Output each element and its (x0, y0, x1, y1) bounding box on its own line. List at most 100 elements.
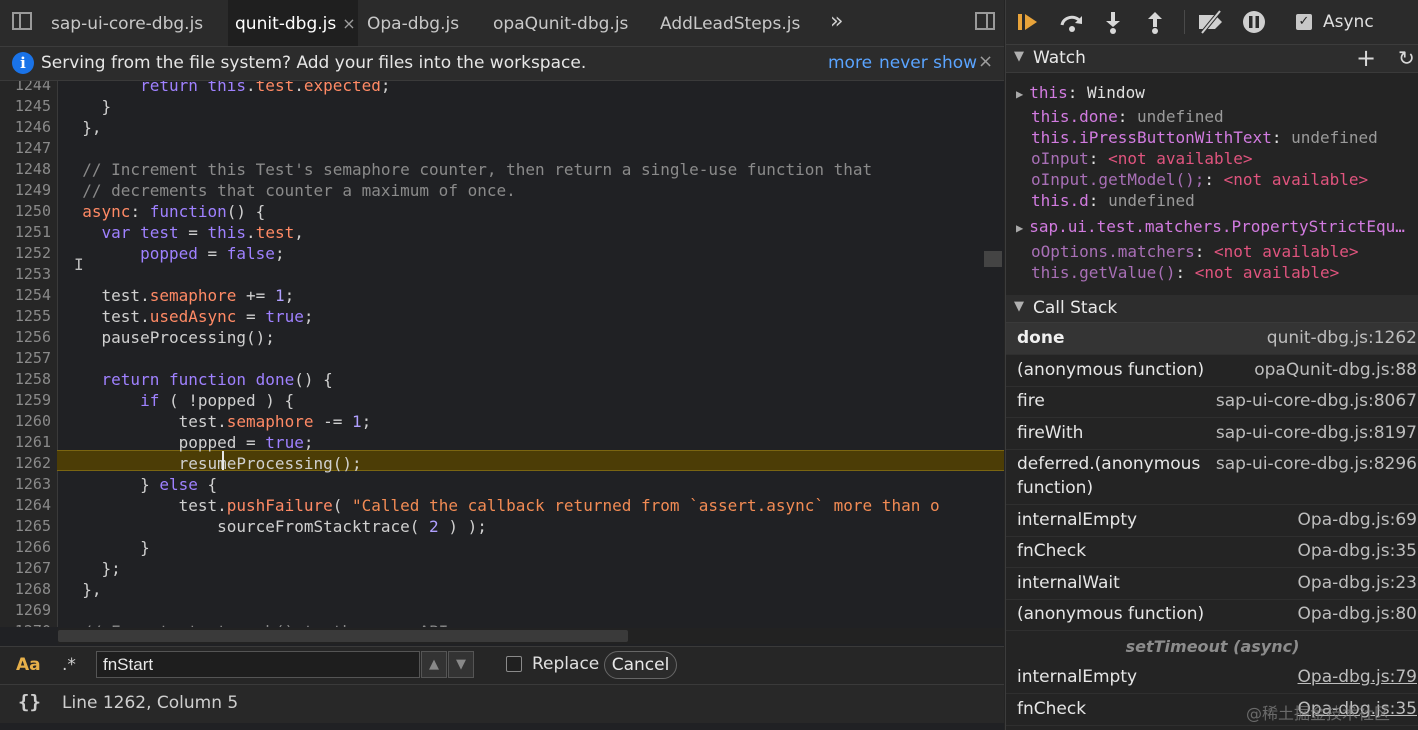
close-tab-icon[interactable]: × (342, 14, 355, 33)
line-number[interactable]: 1245 (0, 96, 51, 117)
tab-opaqunit-dbg[interactable]: opaQunit-dbg.js (493, 0, 628, 46)
watch-expression[interactable]: oOptions.matchers: <not available> (1031, 241, 1359, 262)
line-number[interactable]: 1257 (0, 348, 51, 369)
cancel-button[interactable]: Cancel (604, 651, 677, 679)
pause-on-exceptions-icon[interactable] (1241, 10, 1267, 34)
resume-icon[interactable] (1016, 10, 1042, 34)
vertical-scrollbar-thumb[interactable] (984, 251, 1002, 267)
line-number[interactable]: 1254 (0, 285, 51, 306)
watch-expression[interactable]: this.done: undefined (1031, 106, 1224, 127)
watch-expression[interactable]: oInput: <not available> (1031, 148, 1253, 169)
line-number[interactable]: 1248 (0, 159, 51, 180)
call-frame[interactable]: deferred.(anonymous function) sap-ui-core… (1006, 449, 1418, 505)
line-number-gutter[interactable]: 1244 1245 1246 1247 1248 1249 1250 1251 1252 1253… (0, 81, 58, 627)
horizontal-scrollbar-thumb[interactable] (58, 630, 628, 642)
call-frame[interactable]: internalEmpty Opa-dbg.js:79 (1006, 662, 1418, 694)
code-editor[interactable]: 1244 1245 1246 1247 1248 1249 1250 1251 1252 1253… (0, 81, 1004, 627)
call-frame[interactable]: fnCheck Opa-dbg.js:35 (1006, 536, 1418, 568)
regex-toggle[interactable]: .* (62, 655, 76, 675)
expand-triangle-icon[interactable]: ▶ (1016, 221, 1023, 235)
line-number[interactable]: 1258 (0, 369, 51, 390)
tab-sap-ui-core-dbg[interactable]: sap-ui-core-dbg.js (38, 0, 228, 46)
call-frame-location[interactable]: Opa-dbg.js:35 (1298, 539, 1417, 563)
find-input[interactable] (96, 651, 420, 678)
call-frame[interactable]: internalEmpty Opa-dbg.js:69 (1006, 505, 1418, 537)
line-number[interactable]: 1264 (0, 495, 51, 516)
watch-expression[interactable]: this.d: undefined (1031, 190, 1195, 211)
pretty-print-icon[interactable]: {} (18, 691, 41, 713)
tab-opa-dbg[interactable]: Opa-dbg.js (367, 0, 459, 46)
call-frame-location[interactable]: qunit-dbg.js:1262 (1267, 326, 1417, 350)
expand-triangle-icon[interactable]: ▶ (1016, 87, 1023, 101)
line-number[interactable]: 1253 (0, 264, 51, 285)
call-frame[interactable]: internalWait Opa-dbg.js:23 (1006, 568, 1418, 600)
find-previous-button[interactable]: ▲ (421, 651, 447, 678)
line-number[interactable]: 1262 (0, 453, 51, 474)
call-frame-location[interactable]: sap-ui-core-dbg.js:8067 (1216, 389, 1417, 413)
call-frame-location[interactable]: Opa-dbg.js:80 (1298, 602, 1417, 626)
watch-key: oInput (1031, 149, 1089, 168)
line-number[interactable]: 1260 (0, 411, 51, 432)
async-checkbox[interactable]: ✓ (1296, 14, 1312, 30)
call-frame-location[interactable]: Opa-dbg.js:79 (1298, 665, 1417, 689)
step-over-icon[interactable] (1058, 10, 1086, 34)
watch-expression[interactable]: ▶ sap.ui.test.matchers.PropertyStrictEqu… (1016, 216, 1405, 239)
line-number[interactable]: 1247 (0, 138, 51, 159)
never-show-link[interactable]: never show (879, 53, 977, 73)
line-number[interactable]: 1244 (0, 81, 51, 96)
call-frame[interactable]: done qunit-dbg.js:1262 (1006, 323, 1418, 355)
watch-expression[interactable]: oInput.getModel();: <not available> (1031, 169, 1368, 190)
close-infobar-icon[interactable]: × (978, 51, 993, 72)
toggle-debugger-icon[interactable] (975, 12, 995, 30)
line-number[interactable]: 1270 (0, 621, 51, 627)
find-bar: Aa .* ▲ ▼ Replace Cancel (0, 646, 1004, 684)
tab-qunit-dbg[interactable]: qunit-dbg.js × (228, 0, 358, 46)
watch-expression[interactable]: this.getValue(): <not available> (1031, 262, 1339, 283)
call-frame-location[interactable]: sap-ui-core-dbg.js:8296 (1216, 452, 1417, 476)
call-frame[interactable]: fire sap-ui-core-dbg.js:8067 (1006, 386, 1418, 418)
refresh-icon[interactable]: ↻ (1398, 46, 1415, 70)
callstack-section-header[interactable]: ▼ Call Stack (1006, 295, 1418, 323)
code-line: return this.test.expected; (140, 81, 391, 95)
line-number[interactable]: 1251 (0, 222, 51, 243)
line-number[interactable]: 1246 (0, 117, 51, 138)
call-frame-location[interactable]: sap-ui-core-dbg.js:8197 (1216, 421, 1417, 445)
line-number[interactable]: 1269 (0, 600, 51, 621)
watch-separator: : (1204, 170, 1224, 189)
replace-checkbox[interactable] (506, 656, 522, 672)
toggle-navigator-icon[interactable] (12, 12, 32, 30)
watch-section-header[interactable]: ▼ Watch + ↻ (1006, 45, 1418, 73)
line-number[interactable]: 1249 (0, 180, 51, 201)
code-line: // decrements that counter a maximum of … (82, 181, 516, 200)
tab-addleadsteps[interactable]: AddLeadSteps.js (660, 0, 800, 46)
watch-value: undefined (1136, 107, 1224, 126)
line-number[interactable]: 1261 (0, 432, 51, 453)
line-number[interactable]: 1268 (0, 579, 51, 600)
line-number[interactable]: 1256 (0, 327, 51, 348)
call-frame[interactable]: (anonymous function) Opa-dbg.js:80 (1006, 599, 1418, 631)
find-next-button[interactable]: ▼ (448, 651, 474, 678)
add-watch-icon[interactable]: + (1356, 45, 1376, 71)
line-number[interactable]: 1255 (0, 306, 51, 327)
watch-expression[interactable]: this.iPressButtonWithText: undefined (1031, 127, 1378, 148)
more-link[interactable]: more (828, 53, 872, 73)
call-frame-location[interactable]: Opa-dbg.js:23 (1298, 571, 1417, 595)
line-number[interactable]: 1259 (0, 390, 51, 411)
call-frame-location[interactable]: opaQunit-dbg.js:88 (1254, 358, 1417, 382)
match-case-toggle[interactable]: Aa (16, 655, 41, 675)
watch-value: <not available> (1108, 149, 1253, 168)
call-frame[interactable]: fireWith sap-ui-core-dbg.js:8197 (1006, 418, 1418, 450)
line-number[interactable]: 1266 (0, 537, 51, 558)
more-tabs-icon[interactable]: » (830, 0, 843, 46)
step-out-icon[interactable] (1144, 10, 1166, 34)
line-number[interactable]: 1252 (0, 243, 51, 264)
deactivate-breakpoints-icon[interactable] (1196, 9, 1226, 35)
watch-expression[interactable]: ▶ this: Window (1016, 82, 1145, 105)
line-number[interactable]: 1267 (0, 558, 51, 579)
call-frame-location[interactable]: Opa-dbg.js:69 (1298, 508, 1417, 532)
call-frame[interactable]: (anonymous function) opaQunit-dbg.js:88 (1006, 355, 1418, 387)
step-into-icon[interactable] (1102, 10, 1124, 34)
line-number[interactable]: 1263 (0, 474, 51, 495)
line-number[interactable]: 1250 (0, 201, 51, 222)
line-number[interactable]: 1265 (0, 516, 51, 537)
